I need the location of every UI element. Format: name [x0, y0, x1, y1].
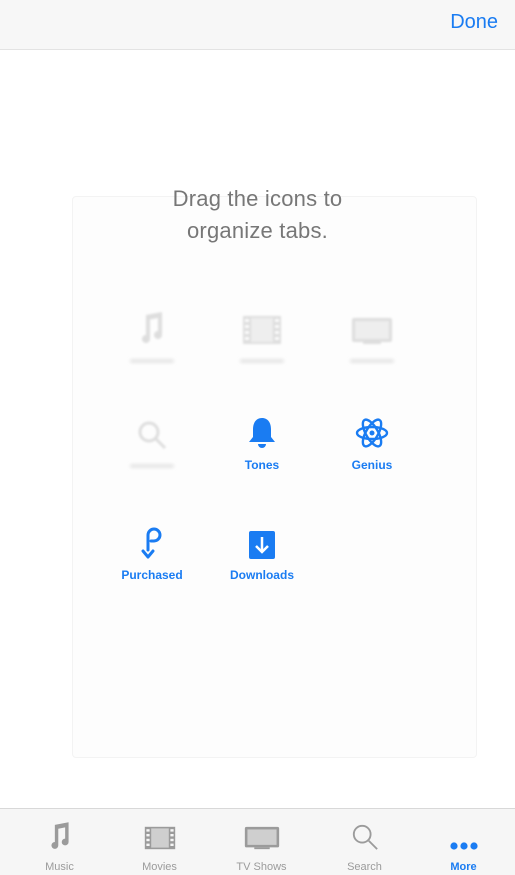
- music-note-icon: [50, 822, 69, 849]
- tab-tv-shows[interactable]: TV Shows: [210, 809, 313, 875]
- tab-more-label: More: [450, 861, 477, 873]
- grid-slot-search: [97, 412, 207, 468]
- search-icon: [138, 421, 167, 450]
- tones-label: Tones: [244, 458, 280, 472]
- film-icon: [243, 316, 281, 344]
- tab-search-label: Search: [347, 861, 382, 873]
- tab-tv-shows-label: TV Shows: [236, 861, 287, 873]
- tab-music-label: Music: [45, 861, 74, 873]
- tv-icon: [244, 826, 279, 850]
- purchased-label: Purchased: [121, 568, 183, 582]
- tab-movies[interactable]: Movies: [108, 809, 211, 875]
- grid-item-tones[interactable]: Tones: [207, 412, 317, 474]
- genius-label: Genius: [351, 458, 393, 472]
- tab-bar: Music Movies TV Shows Search More: [0, 808, 515, 875]
- grid-item-genius[interactable]: Genius: [317, 412, 427, 474]
- tab-movies-label: Movies: [142, 861, 177, 873]
- tab-search[interactable]: Search: [313, 809, 416, 875]
- grid-slot-tv-shows: [317, 307, 427, 363]
- download-icon: [249, 531, 275, 559]
- grid-item-downloads[interactable]: Downloads: [207, 522, 317, 584]
- downloads-label: Downloads: [229, 568, 294, 582]
- instruction-line-2: organize tabs.: [187, 218, 328, 243]
- grid-slot-movies: [207, 307, 317, 363]
- atom-icon: [355, 418, 389, 448]
- grid-slot-music: [97, 307, 207, 363]
- done-button[interactable]: Done: [450, 11, 498, 34]
- instruction-line-1: Drag the icons to: [172, 186, 343, 211]
- purchased-icon: [141, 527, 162, 559]
- tv-icon: [352, 318, 392, 344]
- tab-more[interactable]: More: [412, 809, 515, 875]
- instruction-text: Drag the icons to organize tabs.: [0, 183, 515, 247]
- drag-area-backdrop: [72, 196, 477, 758]
- more-dots-icon: [449, 842, 478, 850]
- tab-music[interactable]: Music: [8, 809, 111, 875]
- music-note-icon: [142, 312, 162, 343]
- film-icon: [144, 826, 175, 850]
- grid-item-purchased[interactable]: Purchased: [97, 522, 207, 584]
- navigation-bar: Done: [0, 0, 515, 50]
- search-icon: [352, 824, 378, 850]
- bell-icon: [249, 418, 275, 448]
